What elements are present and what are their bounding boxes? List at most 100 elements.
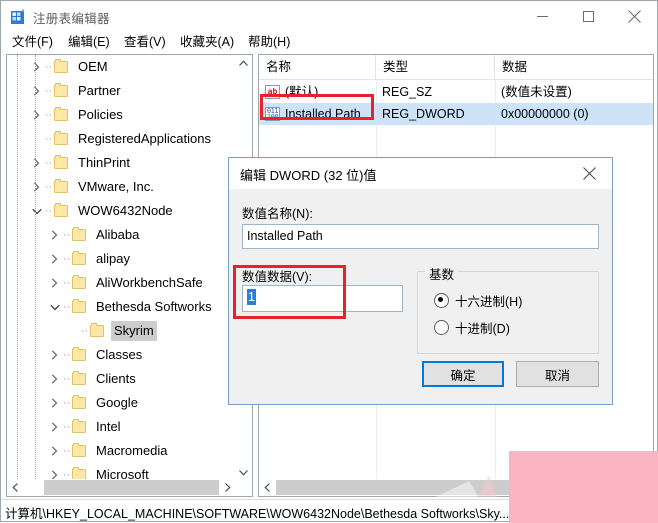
tree-connector: ·· (44, 133, 53, 145)
tree-connector: ·· (44, 157, 53, 169)
chevron-right-icon[interactable] (29, 175, 44, 199)
chevron-right-icon[interactable] (29, 103, 44, 127)
chevron-down-icon[interactable] (47, 295, 62, 319)
tree-item-macromedia[interactable]: ·· Macromedia (7, 439, 236, 463)
menu-help[interactable]: 帮助(H) (243, 34, 295, 51)
radio-decimal[interactable]: 十进制(D) (434, 318, 510, 337)
registry-tree-panel: ·· OEM ·· Partner ·· Policies ·· RegisteredAppl… (6, 54, 253, 497)
dialog-title-bar: 编辑 DWORD (32 位)值 (229, 158, 612, 189)
tree-item-partner[interactable]: ·· Partner (7, 79, 236, 103)
tree-item-oem[interactable]: ·· OEM (7, 55, 236, 79)
value-type: REG_DWORD (382, 107, 465, 121)
chevron-right-icon[interactable] (47, 367, 62, 391)
tree-item-label: Clients (96, 371, 136, 386)
tree-item-label: Partner (78, 83, 121, 98)
watermark-graphic (431, 471, 521, 501)
edit-dword-dialog: 编辑 DWORD (32 位)值 数值名称(N): Installed Path… (228, 157, 613, 405)
tree-item-alibaba[interactable]: ·· Alibaba (7, 223, 236, 247)
folder-icon (89, 323, 106, 338)
tree-item-clients[interactable]: ·· Clients (7, 367, 236, 391)
tree-connector: ·· (44, 85, 53, 97)
radio-hexadecimal-label: 十六进制(H) (455, 295, 523, 309)
chevron-right-icon[interactable] (47, 415, 62, 439)
folder-icon (71, 227, 88, 242)
tree-connector: ·· (62, 421, 71, 433)
scroll-right-icon[interactable] (219, 479, 236, 496)
scroll-left-icon[interactable] (7, 479, 24, 496)
value-data-input[interactable]: 1 (242, 285, 403, 312)
column-header-data[interactable]: 数据 (495, 55, 653, 79)
chevron-right-icon[interactable] (29, 79, 44, 103)
reg-dword-icon: 011 100 (265, 107, 280, 121)
dialog-close-button[interactable] (567, 158, 612, 188)
minimize-button[interactable] (519, 1, 565, 31)
tree-item-vmware-inc[interactable]: ·· VMware, Inc. (7, 175, 236, 199)
ok-button[interactable]: 确定 (422, 361, 504, 387)
tree-item-registeredapplications[interactable]: ·· RegisteredApplications (7, 127, 236, 151)
value-data: 0x00000000 (0) (501, 107, 589, 121)
chevron-right-icon[interactable] (29, 55, 44, 79)
tree-item-skyrim[interactable]: ·· Skyrim (7, 319, 236, 343)
chevron-right-icon[interactable] (47, 343, 62, 367)
table-row[interactable]: 011 100 Installed Path REG_DWORD 0x000000… (259, 103, 653, 125)
chevron-right-icon[interactable] (47, 439, 62, 463)
column-header-type[interactable]: 类型 (376, 55, 495, 79)
tree-horizontal-scrollbar[interactable] (7, 479, 236, 496)
reg-sz-icon: ab (265, 85, 280, 99)
tree-item-google[interactable]: ·· Google (7, 391, 236, 415)
tree-item-label: Macromedia (96, 443, 168, 458)
tree-item-alipay[interactable]: ·· alipay (7, 247, 236, 271)
tree-scroll-corner (235, 479, 252, 496)
menu-view[interactable]: 查看(V) (119, 34, 171, 51)
tree-item-policies[interactable]: ·· Policies (7, 103, 236, 127)
scroll-left-icon[interactable] (259, 479, 276, 496)
close-button[interactable] (611, 1, 657, 31)
tree-item-aliworkbenchsafe[interactable]: ·· AliWorkbenchSafe (7, 271, 236, 295)
chevron-right-icon[interactable] (29, 151, 44, 175)
tree-item-intel[interactable]: ·· Intel (7, 415, 236, 439)
values-header: 名称 类型 数据 (259, 55, 653, 80)
value-name: (默认) (285, 85, 319, 99)
scroll-up-icon[interactable] (235, 55, 252, 72)
value-name-input[interactable]: Installed Path (242, 224, 599, 249)
maximize-button[interactable] (565, 1, 611, 31)
radio-hexadecimal[interactable]: 十六进制(H) (434, 291, 522, 310)
tree-item-classes[interactable]: ·· Classes (7, 343, 236, 367)
value-data: (数值未设置) (501, 85, 572, 99)
status-path: 计算机\HKEY_LOCAL_MACHINE\SOFTWARE\WOW6432N… (5, 507, 510, 521)
tree-connector: ·· (44, 61, 53, 73)
registry-editor-window: 注册表编辑器 文件(F) 编辑(E) 查看(V) 收藏夹(A) 帮助(H) ··… (0, 0, 658, 523)
tree-connector: ·· (44, 181, 53, 193)
menu-favorites[interactable]: 收藏夹(A) (175, 34, 239, 51)
chevron-right-icon[interactable] (47, 247, 62, 271)
tree-hscroll-thumb[interactable] (44, 480, 219, 495)
tree-connector: ·· (62, 373, 71, 385)
chevron-down-icon[interactable] (29, 199, 44, 223)
tree-item-wow6432node[interactable]: ·· WOW6432Node (7, 199, 236, 223)
tree-connector: ·· (44, 205, 53, 217)
tree-connector: ·· (44, 109, 53, 121)
folder-icon (53, 179, 70, 194)
chevron-right-icon[interactable] (47, 271, 62, 295)
menu-edit[interactable]: 编辑(E) (63, 34, 115, 51)
cancel-button[interactable]: 取消 (516, 361, 599, 387)
folder-icon (71, 395, 88, 410)
tree-item-label: Classes (96, 347, 143, 362)
chevron-right-icon[interactable] (47, 223, 62, 247)
tree-item-bethesda-softworks[interactable]: ·· Bethesda Softworks (7, 295, 236, 319)
tree-item-label: RegisteredApplications (78, 131, 211, 146)
tree-connector: ·· (62, 397, 71, 409)
tree-item-label: Google (96, 395, 138, 410)
value-data-label: 数值数据(V): (242, 270, 313, 284)
table-row[interactable]: ab (默认) REG_SZ (数值未设置) (259, 81, 653, 103)
value-type: REG_SZ (382, 85, 433, 99)
column-header-name[interactable]: 名称 (259, 55, 376, 79)
menu-bar: 文件(F) 编辑(E) 查看(V) 收藏夹(A) 帮助(H) (1, 32, 657, 53)
tree-item-label: OEM (78, 59, 108, 74)
chevron-right-icon[interactable] (47, 391, 62, 415)
tree-connector: ·· (62, 349, 71, 361)
registry-tree[interactable]: ·· OEM ·· Partner ·· Policies ·· RegisteredAppl… (7, 55, 236, 481)
tree-item-thinprint[interactable]: ·· ThinPrint (7, 151, 236, 175)
menu-file[interactable]: 文件(F) (7, 34, 58, 51)
